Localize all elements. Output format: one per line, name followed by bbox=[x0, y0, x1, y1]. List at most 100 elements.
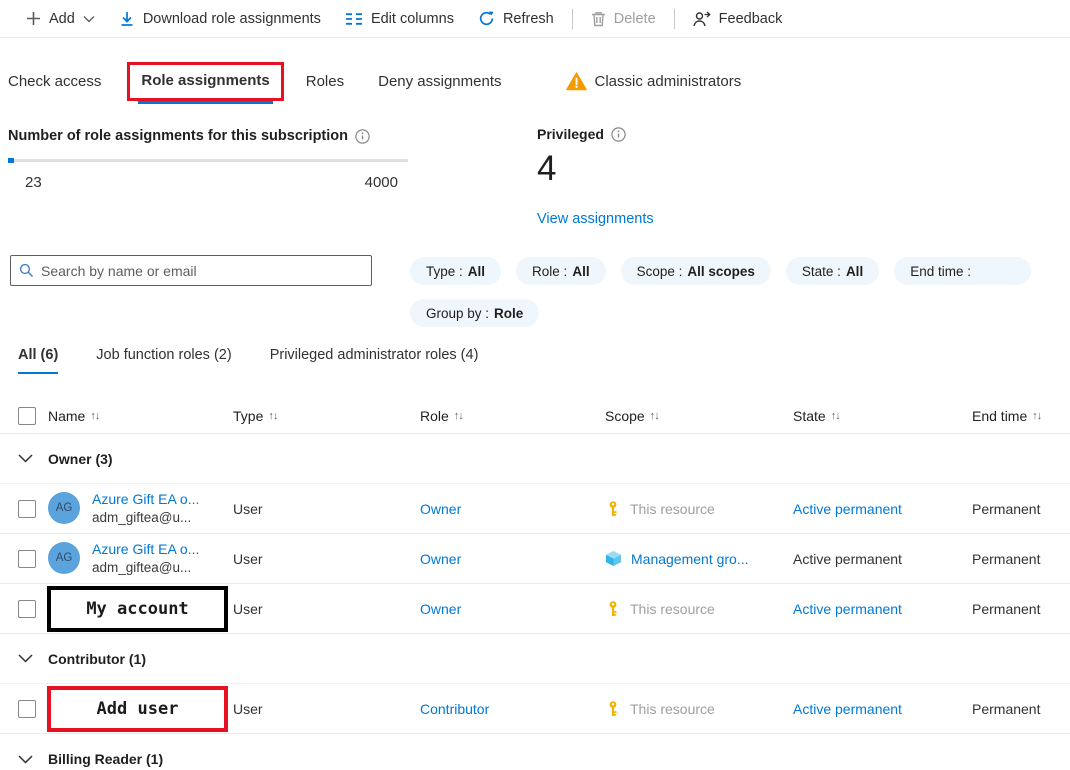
role-link[interactable]: Owner bbox=[420, 551, 605, 567]
trash-icon bbox=[591, 11, 606, 27]
sort-icon[interactable]: ↑↓ bbox=[831, 410, 840, 422]
table-row[interactable]: My account User Owner This resource Acti… bbox=[0, 584, 1070, 634]
assignments-max: 4000 bbox=[365, 174, 398, 191]
assignments-metric-title: Number of role assignments for this subs… bbox=[8, 128, 348, 144]
view-tab-privileged-admin-roles[interactable]: Privileged administrator roles (4) bbox=[270, 347, 479, 374]
add-label: Add bbox=[49, 11, 75, 27]
group-label: Billing Reader (1) bbox=[48, 751, 163, 767]
sort-icon[interactable]: ↑↓ bbox=[650, 410, 659, 422]
add-button[interactable]: Add bbox=[14, 1, 107, 37]
toolbar-divider bbox=[674, 9, 675, 29]
filter-type[interactable]: Type :All bbox=[410, 257, 501, 285]
download-role-assignments-button[interactable]: Download role assignments bbox=[107, 1, 333, 37]
tab-deny-assignments[interactable]: Deny assignments bbox=[378, 73, 501, 90]
my-account-annotation[interactable]: My account bbox=[47, 586, 228, 632]
tab-classic-administrators[interactable]: Classic administrators bbox=[566, 72, 742, 91]
privileged-count: 4 bbox=[537, 150, 654, 189]
tab-role-assignments[interactable]: Role assignments bbox=[141, 72, 269, 89]
assignments-metric: Number of role assignments for this subs… bbox=[8, 128, 410, 191]
role-assignments-page: Add Download role assignments Edit colum… bbox=[0, 0, 1070, 770]
type-cell: User bbox=[233, 551, 420, 567]
state-link[interactable]: Active permanent bbox=[793, 601, 972, 617]
filter-role[interactable]: Role :All bbox=[516, 257, 606, 285]
search-input[interactable] bbox=[41, 263, 363, 279]
end-time-cell: Permanent bbox=[972, 501, 1070, 517]
delete-label: Delete bbox=[614, 11, 656, 27]
key-icon bbox=[605, 600, 621, 617]
tab-check-access[interactable]: Check access bbox=[8, 73, 101, 90]
management-group-icon bbox=[605, 550, 622, 567]
key-icon bbox=[605, 700, 621, 717]
scope-cell: This resource bbox=[630, 701, 715, 717]
state-link[interactable]: Active permanent bbox=[793, 501, 972, 517]
column-header-type[interactable]: Type↑↓ bbox=[233, 408, 420, 424]
table-header-row: Name↑↓ Type↑↓ Role↑↓ Scope↑↓ State↑↓ End… bbox=[0, 398, 1070, 434]
sort-icon[interactable]: ↑↓ bbox=[1032, 410, 1041, 422]
view-tab-all[interactable]: All (6) bbox=[18, 347, 58, 374]
principal-email: adm_giftea@u... bbox=[92, 559, 199, 577]
chevron-down-icon bbox=[18, 654, 33, 663]
sort-icon[interactable]: ↑↓ bbox=[268, 410, 277, 422]
delete-button[interactable]: Delete bbox=[579, 1, 668, 37]
end-time-cell: Permanent bbox=[972, 601, 1070, 617]
edit-columns-label: Edit columns bbox=[371, 11, 454, 27]
refresh-label: Refresh bbox=[503, 11, 554, 27]
group-header-contributor[interactable]: Contributor (1) bbox=[0, 634, 1070, 684]
column-header-name[interactable]: Name↑↓ bbox=[48, 408, 233, 424]
view-tab-job-function-roles[interactable]: Job function roles (2) bbox=[96, 347, 231, 374]
edit-columns-button[interactable]: Edit columns bbox=[333, 1, 466, 37]
column-header-state[interactable]: State↑↓ bbox=[793, 408, 972, 424]
key-icon bbox=[605, 500, 621, 517]
filter-state[interactable]: State :All bbox=[786, 257, 879, 285]
group-by-pill-row: Group by :Role bbox=[410, 299, 539, 327]
column-header-role[interactable]: Role↑↓ bbox=[420, 408, 605, 424]
info-icon[interactable] bbox=[355, 129, 370, 144]
assignments-progress-fill bbox=[8, 158, 14, 163]
tab-roles[interactable]: Roles bbox=[306, 73, 344, 90]
end-time-cell: Permanent bbox=[972, 701, 1070, 717]
add-user-annotation[interactable]: Add user bbox=[47, 686, 228, 732]
plus-icon bbox=[26, 11, 41, 26]
privileged-title: Privileged bbox=[537, 126, 604, 142]
principal-name-link[interactable]: Azure Gift EA o... bbox=[92, 540, 199, 559]
state-link[interactable]: Active permanent bbox=[793, 701, 972, 717]
type-cell: User bbox=[233, 701, 420, 717]
feedback-icon bbox=[693, 11, 711, 27]
feedback-button[interactable]: Feedback bbox=[681, 1, 795, 37]
view-assignments-link[interactable]: View assignments bbox=[537, 211, 654, 227]
select-all-checkbox[interactable] bbox=[18, 407, 36, 425]
filter-end-time[interactable]: End time : bbox=[894, 257, 1031, 285]
scope-link[interactable]: Management gro... bbox=[631, 551, 749, 567]
scope-cell: This resource bbox=[630, 501, 715, 517]
search-box bbox=[10, 255, 372, 286]
row-checkbox[interactable] bbox=[18, 500, 36, 518]
column-header-scope[interactable]: Scope↑↓ bbox=[605, 408, 793, 424]
avatar: AG bbox=[48, 492, 80, 524]
type-cell: User bbox=[233, 601, 420, 617]
download-icon bbox=[119, 11, 135, 27]
table-row[interactable]: AG Azure Gift EA o... adm_giftea@u... Us… bbox=[0, 534, 1070, 584]
column-header-end-time[interactable]: End time↑↓ bbox=[972, 408, 1070, 424]
group-header-owner[interactable]: Owner (3) bbox=[0, 434, 1070, 484]
role-link[interactable]: Owner bbox=[420, 501, 605, 517]
refresh-button[interactable]: Refresh bbox=[466, 1, 566, 37]
principal-name-link[interactable]: Azure Gift EA o... bbox=[92, 490, 199, 509]
row-checkbox[interactable] bbox=[18, 550, 36, 568]
row-checkbox[interactable] bbox=[18, 700, 36, 718]
sort-icon[interactable]: ↑↓ bbox=[90, 410, 99, 422]
filter-scope[interactable]: Scope :All scopes bbox=[621, 257, 771, 285]
row-checkbox[interactable] bbox=[18, 600, 36, 618]
chevron-down-icon bbox=[18, 755, 33, 764]
table-row[interactable]: AG Azure Gift EA o... adm_giftea@u... Us… bbox=[0, 484, 1070, 534]
group-by-pill[interactable]: Group by :Role bbox=[410, 299, 539, 327]
type-cell: User bbox=[233, 501, 420, 517]
role-link[interactable]: Contributor bbox=[420, 701, 605, 717]
sort-icon[interactable]: ↑↓ bbox=[454, 410, 463, 422]
group-label: Contributor (1) bbox=[48, 651, 146, 667]
privileged-metric: Privileged 4 View assignments bbox=[537, 126, 654, 227]
group-header-billing-reader[interactable]: Billing Reader (1) bbox=[0, 734, 1070, 770]
role-link[interactable]: Owner bbox=[420, 601, 605, 617]
table-row[interactable]: Add user User Contributor This resource … bbox=[0, 684, 1070, 734]
info-icon[interactable] bbox=[611, 127, 626, 142]
view-tabs: All (6) Job function roles (2) Privilege… bbox=[18, 347, 478, 374]
